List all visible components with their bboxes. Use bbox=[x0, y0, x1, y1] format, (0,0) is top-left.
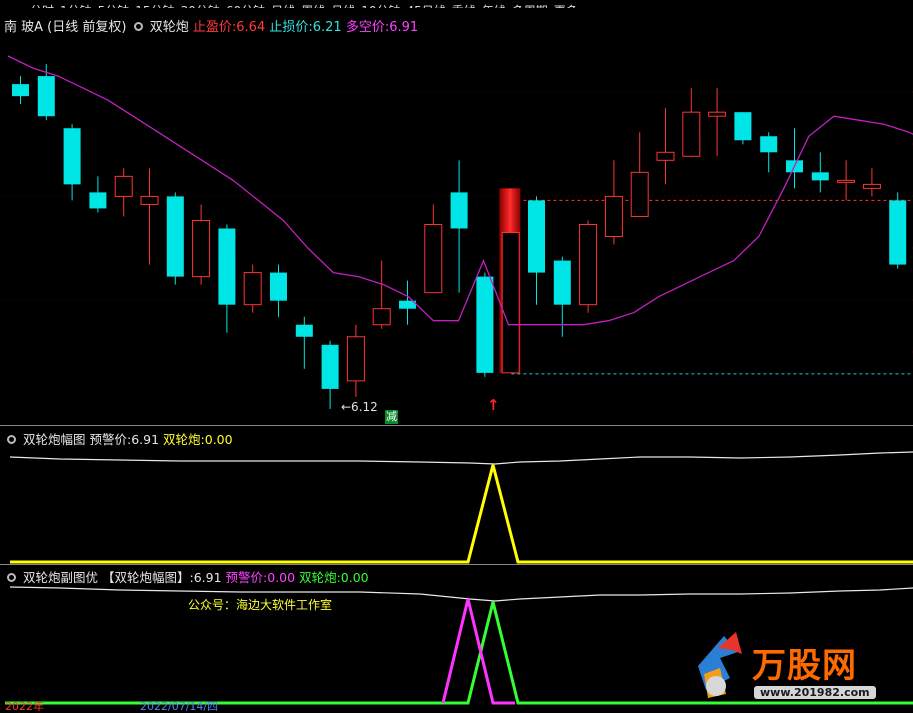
candle-body bbox=[346, 336, 365, 382]
reduce-tag: 减 bbox=[385, 410, 398, 424]
candle-body bbox=[12, 84, 29, 97]
candle-body bbox=[114, 175, 133, 197]
candle-body bbox=[630, 171, 649, 217]
period-menu: 分时1分钟5分钟15分钟30分钟60分钟日线周线月线10分钟45日线季线年线多周… bbox=[0, 0, 913, 8]
candle-body bbox=[372, 308, 391, 326]
candle-body bbox=[218, 228, 236, 305]
logo-mark-icon bbox=[698, 632, 742, 698]
candle-body bbox=[166, 196, 184, 277]
ma-line bbox=[7, 55, 913, 326]
site-logo: 万股网 www.201982.com bbox=[690, 628, 900, 708]
candle-body bbox=[321, 344, 339, 389]
candle-body bbox=[528, 200, 545, 273]
panel-divider[interactable] bbox=[0, 564, 913, 565]
main-header: 南 玻A (日线 前复权) 双轮炮 止盈价:6.64 止损价:6.21 多空价:… bbox=[4, 16, 418, 35]
logo-text: 万股网 bbox=[752, 646, 857, 686]
gear-icon[interactable] bbox=[7, 435, 16, 444]
candle-body bbox=[760, 136, 778, 153]
stop-loss-label: 止损价: bbox=[269, 20, 313, 35]
sub1-signal-line bbox=[10, 464, 913, 564]
long-short-label: 多空价: bbox=[345, 20, 390, 35]
candle-body bbox=[140, 195, 159, 205]
candle-body bbox=[604, 195, 623, 238]
long-short-value: 6.91 bbox=[389, 20, 419, 35]
candle-body bbox=[889, 200, 907, 265]
candle-body bbox=[682, 111, 701, 157]
stop-loss-value: 6.21 bbox=[312, 20, 342, 35]
sub1-warn-line bbox=[9, 451, 913, 465]
candle-body bbox=[579, 223, 598, 306]
gear-icon[interactable] bbox=[7, 573, 16, 582]
candle-body bbox=[270, 272, 287, 301]
stop-profit-label: 止盈价: bbox=[192, 20, 237, 35]
gear-icon[interactable] bbox=[133, 22, 143, 31]
candle-body bbox=[862, 183, 881, 189]
candle-body bbox=[89, 192, 107, 209]
candle-body bbox=[837, 179, 856, 183]
candle-body bbox=[476, 276, 494, 373]
candle-body bbox=[450, 192, 468, 229]
sub1-chart[interactable] bbox=[0, 445, 913, 565]
logo-url: www.201982.com bbox=[754, 686, 876, 699]
candle-body bbox=[243, 272, 262, 306]
stop-profit-value: 6.64 bbox=[236, 20, 266, 35]
low-price-marker: ←6.12 bbox=[341, 400, 378, 414]
candle-body bbox=[37, 76, 55, 117]
panel-divider[interactable] bbox=[0, 425, 913, 426]
candle-body bbox=[656, 151, 675, 161]
sub2-warn-line bbox=[9, 586, 913, 602]
candle-body bbox=[553, 260, 571, 305]
candle-body bbox=[501, 232, 520, 374]
candle-body bbox=[708, 111, 727, 117]
stock-title[interactable]: 南 玻A (日线 前复权) bbox=[4, 20, 126, 35]
indicator-name[interactable]: 双轮炮 bbox=[150, 20, 189, 35]
buy-arrow-icon: ↑ bbox=[487, 396, 500, 414]
candle-body bbox=[424, 223, 443, 294]
candle-body bbox=[734, 112, 752, 141]
candle-body bbox=[192, 219, 211, 278]
candlestick-chart[interactable] bbox=[0, 40, 913, 425]
candle-body bbox=[295, 324, 313, 337]
candle-body bbox=[811, 172, 829, 181]
candle-body bbox=[63, 128, 81, 185]
